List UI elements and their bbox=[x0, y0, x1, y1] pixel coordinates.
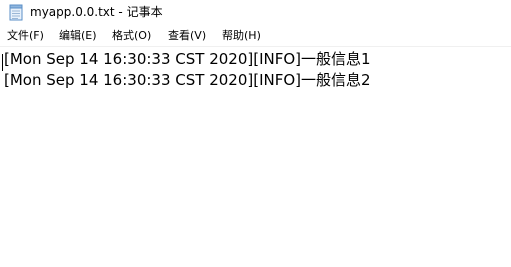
menu-file[interactable]: 文件(F) bbox=[7, 29, 44, 43]
menu-edit[interactable]: 编辑(E) bbox=[59, 29, 97, 43]
text-line[interactable]: [Mon Sep 14 16:30:33 CST 2020][INFO]一般信息… bbox=[4, 70, 371, 90]
text-line[interactable]: [Mon Sep 14 16:30:33 CST 2020][INFO]一般信息… bbox=[4, 49, 371, 69]
notepad-icon bbox=[9, 4, 23, 21]
title-bar[interactable]: myapp.0.0.txt - 记事本 bbox=[0, 0, 511, 26]
notepad-window: myapp.0.0.txt - 记事本 文件(F) 编辑(E) 格式(O) 查看… bbox=[0, 0, 511, 267]
menu-help[interactable]: 帮助(H) bbox=[222, 29, 261, 43]
text-caret bbox=[2, 54, 3, 71]
menu-view[interactable]: 查看(V) bbox=[168, 29, 206, 43]
menu-format[interactable]: 格式(O) bbox=[112, 29, 151, 43]
window-title: myapp.0.0.txt - 记事本 bbox=[30, 5, 163, 19]
